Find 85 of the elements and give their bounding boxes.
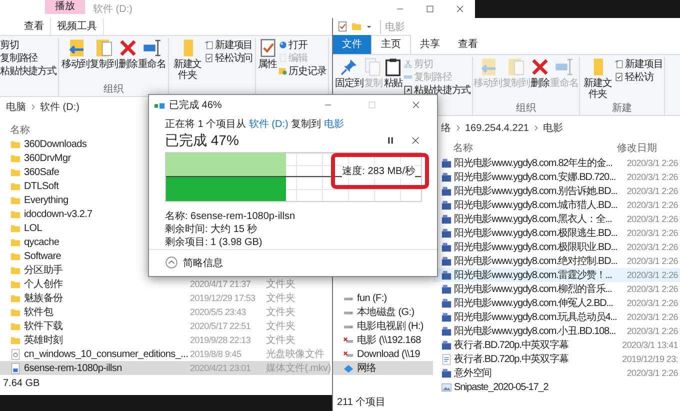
modified-date: 2020/3/1 2:26 bbox=[626, 326, 678, 336]
file-name: 阳光电影www.ygdy8.com.82年生的金... bbox=[454, 156, 612, 170]
file-name: 360Safe bbox=[24, 166, 60, 178]
file-type: 文件夹 bbox=[266, 320, 296, 333]
nav-label: 网络 bbox=[357, 362, 376, 375]
file-name: 阳光电影www.ygdy8.com.绝对控制.BD... bbox=[454, 254, 618, 268]
modified-date: 2020/3/1 2:26 bbox=[626, 228, 678, 238]
modified-date: 2019/8/8 9:45 bbox=[190, 349, 242, 359]
file-type: 文件夹 bbox=[266, 292, 296, 305]
modified-date: 2019/12/29 17:53 bbox=[190, 293, 256, 303]
file-name: 360Downloads bbox=[24, 138, 87, 150]
file-name: qycache bbox=[24, 236, 60, 248]
file-name: 夜行者.BD.720p.中英双字幕 bbox=[454, 338, 568, 352]
group-label: 组织 bbox=[514, 103, 537, 115]
group-label: 组织 bbox=[102, 84, 125, 96]
modified-date: 2020/3/1 2:26 bbox=[626, 298, 678, 308]
file-name: 阳光电影www.ygdy8.com.安娜.BD.720... bbox=[454, 170, 616, 184]
group-label: 新建 bbox=[611, 103, 634, 115]
file-name: DTLSoft bbox=[24, 180, 59, 192]
status-text: 7.64 GB bbox=[3, 378, 40, 389]
modified-date: 2020/5/17 22:51 bbox=[190, 321, 252, 331]
file-name: 分区助手 bbox=[24, 265, 63, 276]
speed-label: 速度: 283 MB/秒 bbox=[342, 164, 415, 178]
file-name: 阳光电影www.ygdy8.com.极限职业.BD... bbox=[454, 240, 618, 254]
file-type: 文件夹 bbox=[266, 278, 296, 291]
file-name: 6sense-rem-1080p-illsn bbox=[24, 362, 122, 374]
modified-date: 2020/4/21 23:01 bbox=[190, 363, 252, 373]
nav-label: fun (F:) bbox=[357, 292, 387, 304]
window-title: 电影 bbox=[380, 20, 405, 34]
file-name: 阳光电影www.ygdy8.com.极限逃生.BD... bbox=[454, 226, 618, 240]
file-name: 阳光电影www.ygdy8.com.伸冤人2.BD... bbox=[454, 296, 613, 310]
file-name: 英雄时刻 bbox=[24, 335, 63, 346]
modified-date: 2020/3/1 13:41 bbox=[621, 340, 678, 350]
file-name: Snipaste_2020-05-17_2 bbox=[454, 382, 548, 392]
file-name: 阳光电影www.ygdy8.com.城市猎人.BD... bbox=[454, 198, 618, 212]
modified-date: 2020/3/1 2:26 bbox=[626, 214, 678, 224]
modified-date: 2020/3/1 2:26 bbox=[626, 242, 678, 252]
file-name: 软件下载 bbox=[24, 321, 63, 332]
window-title: 软件 (D:) bbox=[93, 3, 132, 16]
nav-label: 电影电视剧 (H:) bbox=[357, 320, 424, 333]
modified-date: 2020/4/17 21:37 bbox=[190, 279, 252, 289]
modified-date: 2020/3/1 2:26 bbox=[626, 172, 678, 182]
status-text: 211 个项目 bbox=[337, 397, 386, 408]
nav-label: Download (\\19 bbox=[357, 348, 420, 360]
file-type: 光盘映像文件 bbox=[266, 348, 324, 361]
detail-text: 剩余项目: 1 (3.98 GB) bbox=[165, 236, 264, 249]
file-name: Everything bbox=[24, 194, 68, 206]
file-name: cn_windows_10_consumer_editions_... bbox=[24, 348, 188, 360]
nav-label: 电影 (\\192.168 bbox=[357, 334, 421, 347]
modified-date: 2020/3/1 2:26 bbox=[626, 284, 678, 294]
modified-date: 2020/5/5 23:43 bbox=[190, 307, 247, 317]
modified-date: 2020/3/1 2:26 bbox=[626, 200, 678, 210]
file-name: 阳光电影www.ygdy8.com.雷霆沙赞！... bbox=[454, 268, 612, 282]
context-tab-label: 播放 bbox=[45, 0, 85, 14]
file-name: idocdown-v3.2.7 bbox=[24, 208, 92, 220]
modified-date: 2020/3/1 2:26 bbox=[626, 270, 678, 280]
file-name: 个人创作 bbox=[24, 279, 63, 290]
file-type: 文件夹 bbox=[266, 306, 296, 319]
file-name: 阳光电影www.ygdy8.com.玩具总动员4... bbox=[454, 310, 617, 324]
modified-date: 2019/9/28 22:13 bbox=[190, 335, 252, 345]
file-name: 阳光电影www.ygdy8.com.黑衣人：全... bbox=[454, 212, 612, 226]
modified-date: 2020/3/1 2:26 bbox=[626, 158, 678, 168]
copy-description: 正在将 1 个项目从 软件 (D:) 复制到 电影 bbox=[165, 118, 345, 132]
modified-date: 2020/3/1 2:26 bbox=[626, 256, 678, 266]
file-name: 阳光电影www.ygdy8.com.小丑.BD.108... bbox=[454, 324, 616, 338]
file-name: Software bbox=[24, 250, 62, 262]
file-type: 文件夹 bbox=[266, 334, 296, 347]
file-name: 魅族备份 bbox=[24, 293, 63, 304]
nav-label: 本地磁盘 (G:) bbox=[357, 306, 414, 319]
file-name: 软件包 bbox=[24, 307, 54, 318]
modified-date: 2020/3/1 2:26 bbox=[626, 312, 678, 322]
progress-title: 已完成 47% bbox=[165, 132, 240, 150]
detail-text: 名称: 6sense-rem-1080p-illsn bbox=[165, 210, 296, 223]
modified-date: 2019/12/19 23: bbox=[621, 354, 678, 364]
file-name: 阳光电影www.ygdy8.com.柳烈的音乐... bbox=[454, 282, 612, 296]
file-name: LOL bbox=[24, 222, 42, 234]
file-name: 阳光电影www.ygdy8.com.别告诉她.BD... bbox=[454, 184, 618, 198]
file-name: 360DrvMgr bbox=[24, 152, 71, 164]
modified-date: 2020/3/1 2:26 bbox=[626, 186, 678, 196]
file-name: 意外空间 bbox=[454, 366, 492, 380]
modified-date: 2020/3/1 2:26 bbox=[626, 368, 678, 378]
file-type: 媒体文件(.mkv) bbox=[266, 362, 331, 375]
detail-text: 剩余时间: 大约 15 秒 bbox=[165, 222, 258, 236]
file-name: 夜行者.BD.720p.中英双字幕 bbox=[454, 352, 568, 366]
dialog-title: 已完成 46% bbox=[169, 98, 222, 112]
